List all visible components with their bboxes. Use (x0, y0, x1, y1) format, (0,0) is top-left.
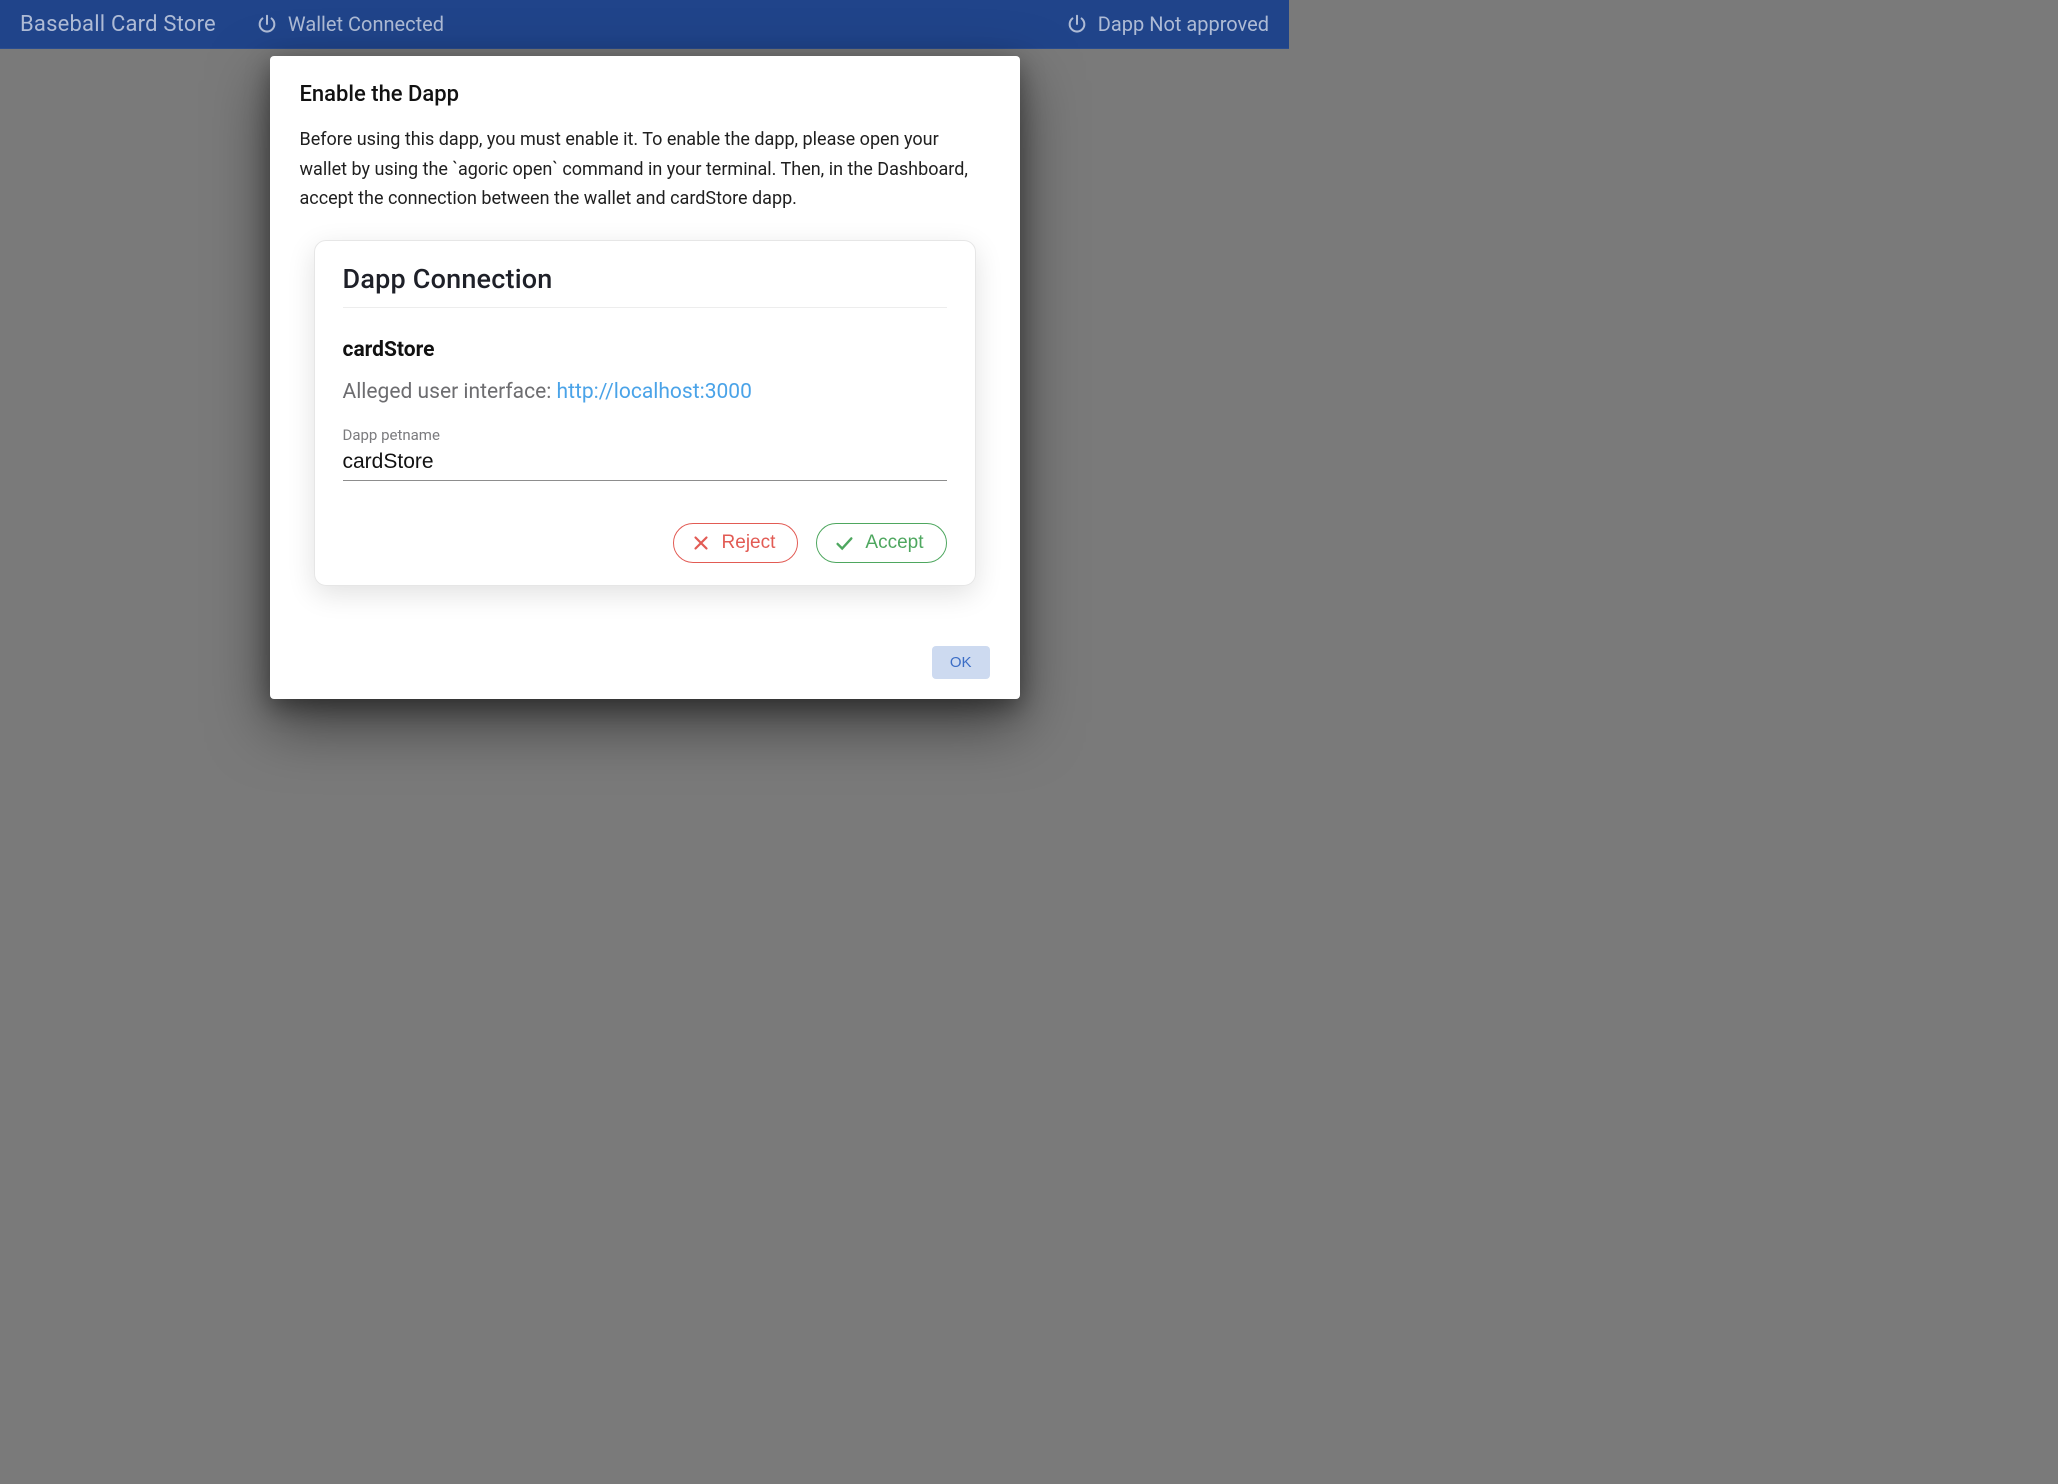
app-title: Baseball Card Store (20, 12, 216, 37)
alleged-ui-row: Alleged user interface: http://localhost… (343, 380, 947, 404)
app-bar: Baseball Card Store Wallet Connected Dap… (0, 0, 1289, 49)
dialog-title: Enable the Dapp (300, 82, 990, 107)
reject-button-label: Reject (722, 532, 776, 554)
alleged-ui-label: Alleged user interface: (343, 380, 557, 404)
accept-button-label: Accept (865, 532, 923, 554)
dialog-actions: OK (300, 646, 990, 679)
wallet-status: Wallet Connected (256, 12, 444, 36)
reject-button[interactable]: Reject (673, 523, 799, 563)
enable-dapp-dialog: Enable the Dapp Before using this dapp, … (270, 56, 1020, 699)
accept-button[interactable]: Accept (816, 523, 946, 563)
dapp-status: Dapp Not approved (1066, 12, 1269, 36)
wallet-status-text: Wallet Connected (288, 12, 444, 36)
check-icon (833, 532, 855, 554)
dialog-body: Before using this dapp, you must enable … (300, 125, 990, 214)
alleged-ui-link[interactable]: http://localhost:3000 (557, 380, 752, 404)
dapp-name: cardStore (343, 338, 947, 362)
card-actions: Reject Accept (343, 523, 947, 563)
petname-input[interactable] (343, 448, 947, 481)
ok-button[interactable]: OK (932, 646, 990, 679)
power-icon (1066, 13, 1088, 35)
power-icon (256, 13, 278, 35)
card-title: Dapp Connection (343, 263, 947, 308)
petname-label: Dapp petname (343, 426, 947, 444)
dapp-status-text: Dapp Not approved (1098, 12, 1269, 36)
dapp-connection-card: Dapp Connection cardStore Alleged user i… (314, 240, 976, 586)
close-icon (690, 532, 712, 554)
